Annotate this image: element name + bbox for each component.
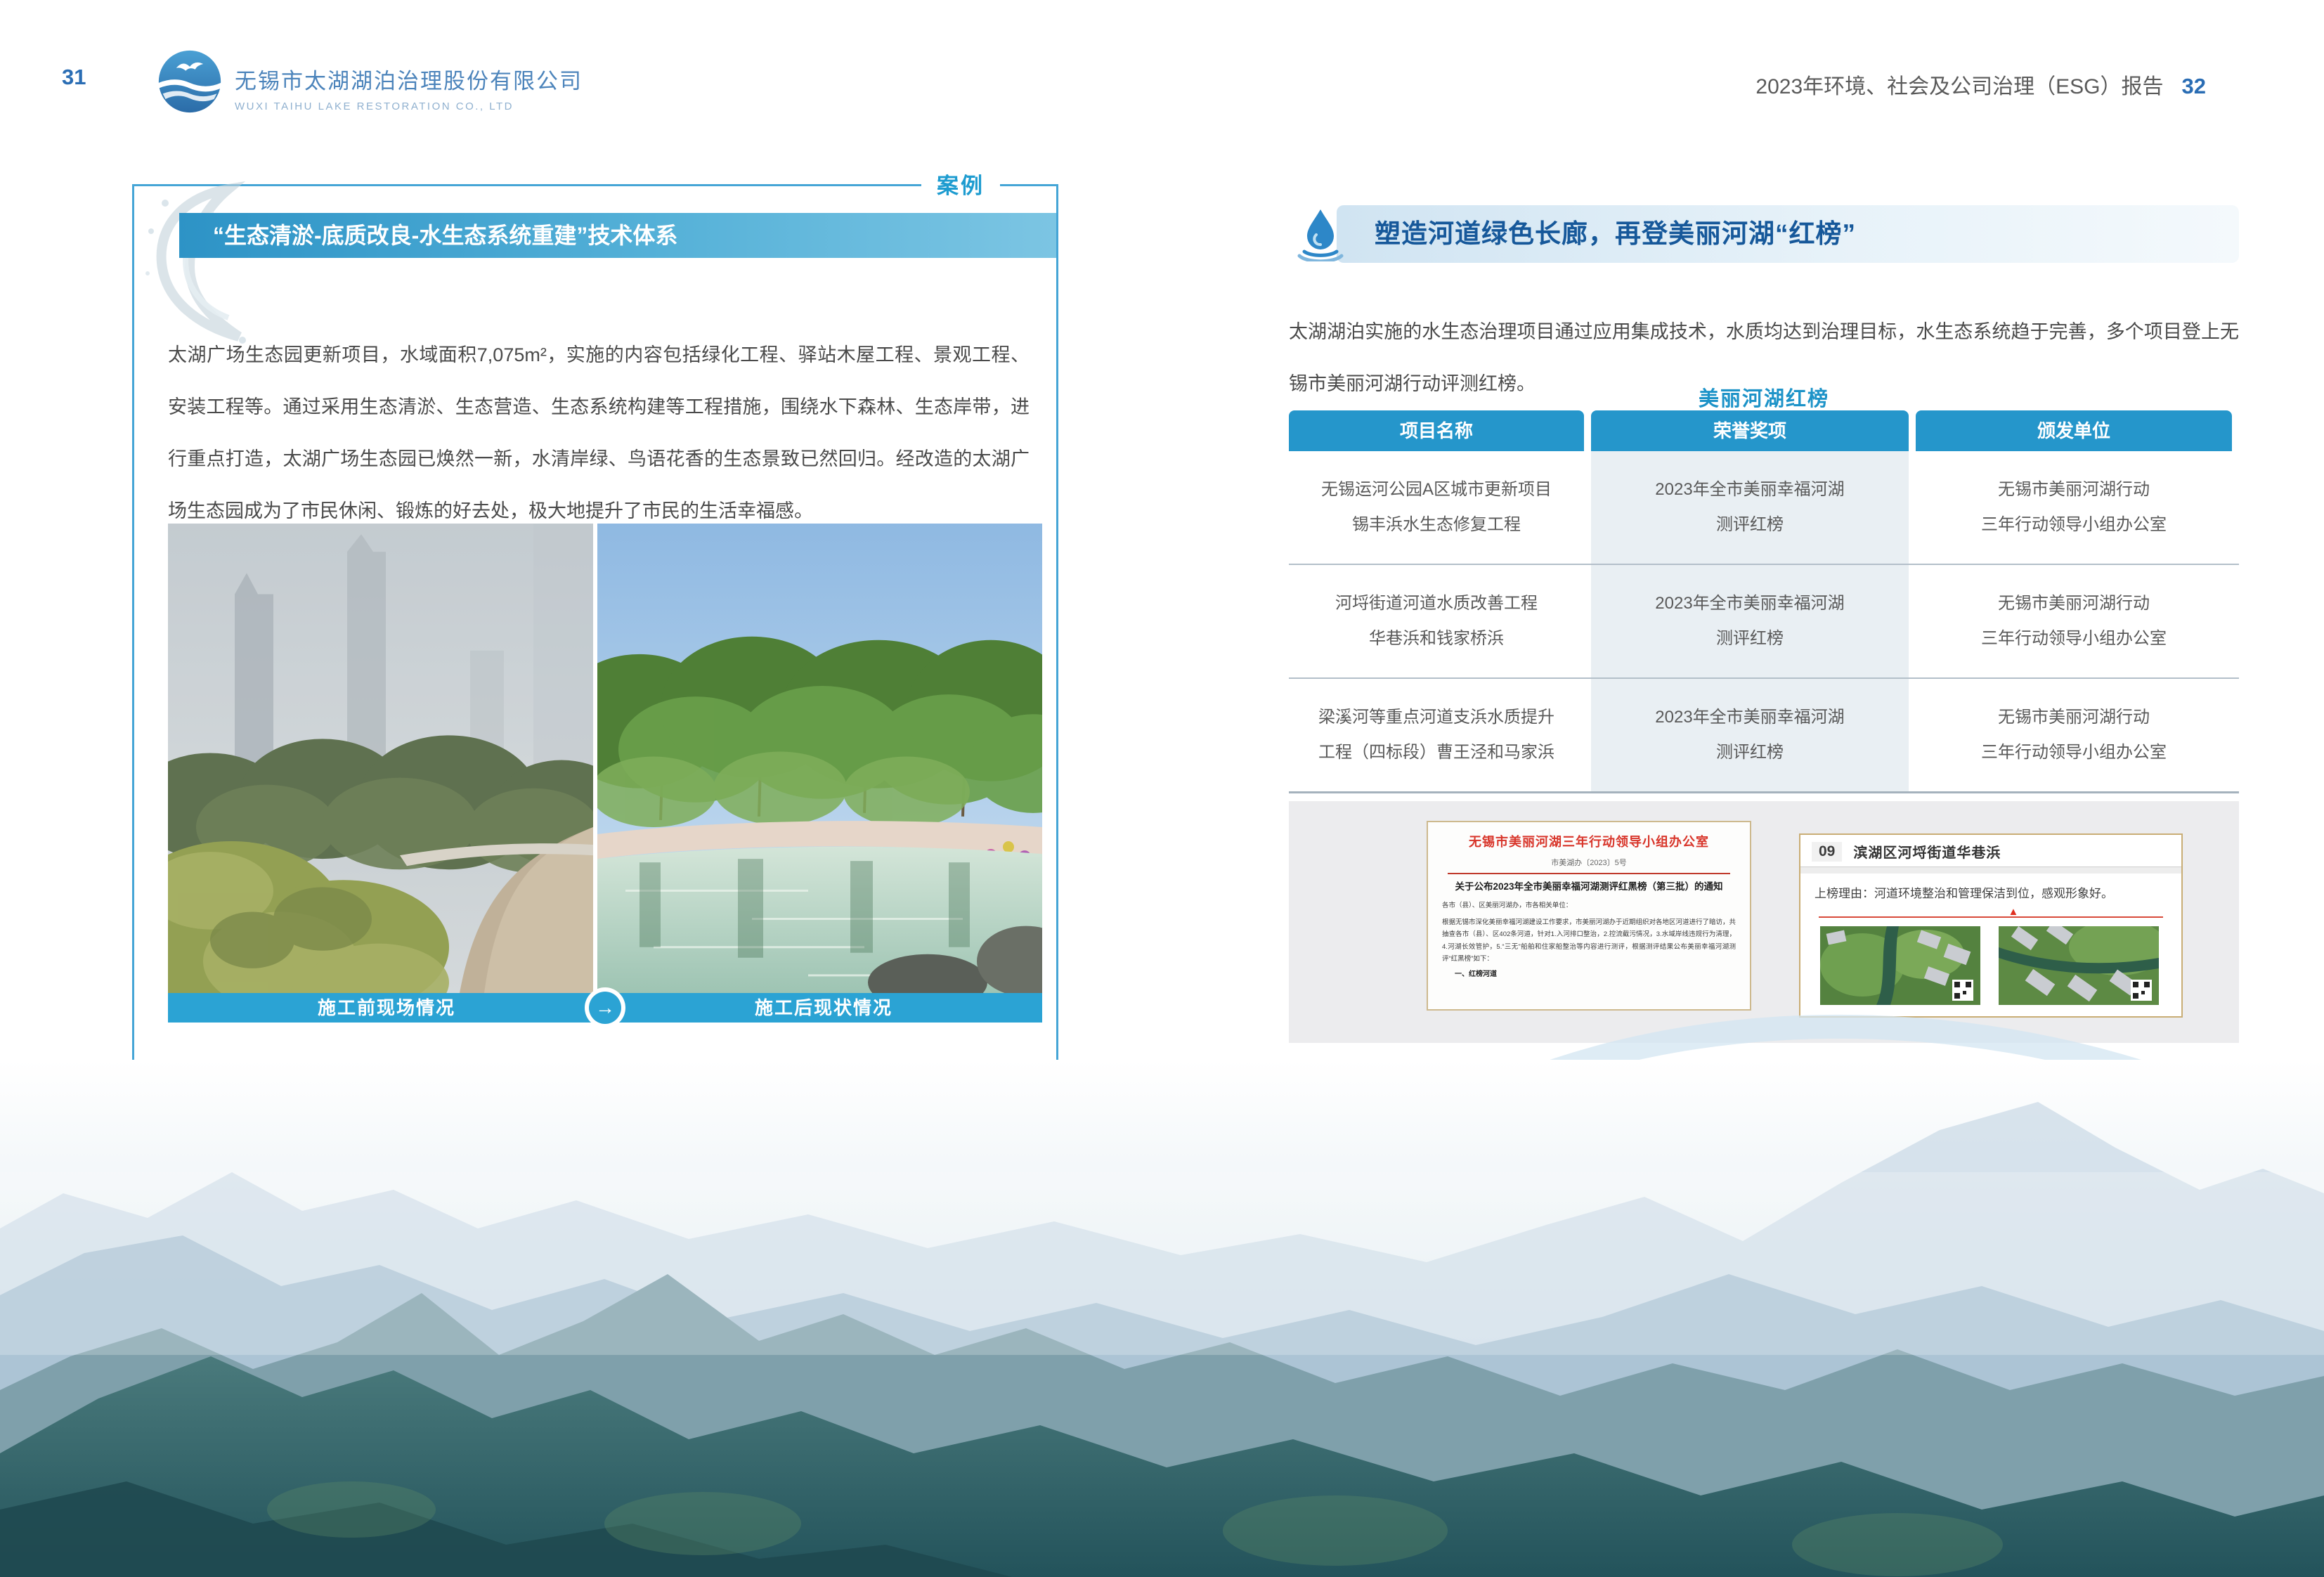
case-title: “生态清淤-底质改良-水生态系统重建”技术体系 <box>179 213 1056 258</box>
photo-caption-bar: 施工前现场情况 施工后现状情况 → <box>168 993 1042 1023</box>
water-splash-icon <box>123 175 271 351</box>
cell-project: 无锡运河公园A区城市更新项目 锡丰浜水生态修复工程 <box>1289 451 1584 564</box>
cell-project: 河埒街道河道水质改善工程 华巷浜和钱家桥浜 <box>1289 565 1584 677</box>
aerial-photo-2 <box>1999 926 2159 1005</box>
case-study-box: 案例 “生态清淤-底质改良-水生态系统重建”技术体系 太湖广场生态园更新项目，水… <box>132 184 1058 1077</box>
company-names: 无锡市太湖湖泊治理股份有限公司 WUXI TAIHU LAKE RESTORAT… <box>235 63 583 112</box>
red-rule <box>1448 873 1730 874</box>
left-page-number: 31 <box>62 65 86 90</box>
cell-award: 2023年全市美丽幸福河湖 测评红榜 <box>1591 565 1909 677</box>
column-header-project: 项目名称 <box>1289 410 1584 451</box>
table-row: 梁溪河等重点河道支浜水质提升 工程（四标段）曹王泾和马家浜 2023年全市美丽幸… <box>1289 677 2239 791</box>
header-right: 2023年环境、社会及公司治理（ESG）报告 32 <box>1755 69 2206 100</box>
notice-list-item: 一、红榜河道 <box>1442 968 1736 978</box>
table-row: 无锡运河公园A区城市更新项目 锡丰浜水生态修复工程 2023年全市美丽幸福河湖 … <box>1289 451 2239 564</box>
cell-award: 2023年全市美丽幸福河湖 测评红榜 <box>1591 679 1909 791</box>
column-header-award: 荣誉奖项 <box>1591 410 1909 451</box>
water-drop-icon <box>1297 208 1344 261</box>
evidence-panel: 无锡市美丽河湖三年行动领导小组办公室 市美湖办〔2023〕5号 关于公布2023… <box>1289 801 2239 1043</box>
right-page-number: 32 <box>2182 74 2206 99</box>
report-title: 2023年环境、社会及公司治理（ESG）报告 <box>1755 69 2163 100</box>
cell-project: 梁溪河等重点河道支浜水质提升 工程（四标段）曹王泾和马家浜 <box>1289 679 1584 791</box>
case-tag-label: 案例 <box>921 168 1000 200</box>
honor-card-title: 滨湖区河埒街道华巷浜 <box>1853 841 2001 862</box>
honor-card-document: 09 滨湖区河埒街道华巷浜 上榜理由：河道环境整治和管理保洁到位，感观形象好。 … <box>1799 833 2183 1018</box>
honor-card-header: 09 滨湖区河埒街道华巷浜 <box>1800 835 2181 867</box>
after-photo-label: 施工后现状情况 <box>605 993 1042 1023</box>
esg-report-spread: 31 无锡市太湖湖泊治理股份有限公司 WUXI TAIHU LAKE RESTO… <box>0 0 2324 1577</box>
before-photo <box>168 524 593 993</box>
cell-issuer: 无锡市美丽河湖行动 三年行动领导小组办公室 <box>1916 565 2232 677</box>
honor-card-number: 09 <box>1812 842 1842 862</box>
official-notice-document: 无锡市美丽河湖三年行动领导小组办公室 市美湖办〔2023〕5号 关于公布2023… <box>1427 821 1751 1011</box>
aerial-photos <box>1800 926 2181 1005</box>
triangle-marker-icon: ▲ <box>2008 906 2019 918</box>
after-photo <box>597 524 1042 993</box>
company-name-en: WUXI TAIHU LAKE RESTORATION CO., LTD <box>235 100 583 112</box>
before-after-photos: 施工前现场情况 施工后现状情况 → <box>168 524 1042 1023</box>
cell-award: 2023年全市美丽幸福河湖 测评红榜 <box>1591 451 1909 564</box>
notice-org-title: 无锡市美丽河湖三年行动领导小组办公室 <box>1442 832 1736 850</box>
case-body-text: 太湖广场生态园更新项目，水域面积7,075m²，实施的内容包括绿化工程、驿站木屋… <box>168 329 1030 537</box>
notice-doc-number: 市美湖办〔2023〕5号 <box>1442 857 1736 868</box>
notice-salutation: 各市（县）、区美丽河湖办，市各相关单位： <box>1442 900 1736 911</box>
table-row: 河埒街道河道水质改善工程 华巷浜和钱家桥浜 2023年全市美丽幸福河湖 测评红榜… <box>1289 564 2239 677</box>
honor-card-reason: 上榜理由：河道环境整治和管理保洁到位，感观形象好。 <box>1800 874 2181 902</box>
section-title: 塑造河道绿色长廊，再登美丽河湖“红榜” <box>1375 205 1856 263</box>
table-header-row: 项目名称 荣誉奖项 颁发单位 <box>1289 410 2239 451</box>
notice-body: 根据无锡市深化美丽幸福河湖建设工作要求，市美丽河湖办于近期组织对各地区河道进行了… <box>1442 916 1736 964</box>
mountain-landscape-photo <box>0 1060 2324 1577</box>
arrow-right-icon: → <box>585 987 625 1028</box>
column-header-issuer: 颁发单位 <box>1916 410 2232 451</box>
aerial-photo-1 <box>1820 926 1980 1005</box>
table-title: 美丽河湖红榜 <box>1289 382 2239 412</box>
table-body: 无锡运河公园A区城市更新项目 锡丰浜水生态修复工程 2023年全市美丽幸福河湖 … <box>1289 451 2239 793</box>
before-photo-label: 施工前现场情况 <box>168 993 605 1023</box>
notice-subject: 关于公布2023年全市美丽幸福河湖测评红黑榜（第三批）的通知 <box>1442 879 1736 895</box>
red-divider: ▲ <box>1819 916 2163 918</box>
company-name-cn: 无锡市太湖湖泊治理股份有限公司 <box>235 63 583 95</box>
honor-table: 项目名称 荣誉奖项 颁发单位 无锡运河公园A区城市更新项目 锡丰浜水生态修复工程… <box>1289 410 2239 793</box>
cell-issuer: 无锡市美丽河湖行动 三年行动领导小组办公室 <box>1916 451 2232 564</box>
divider <box>1800 867 2181 874</box>
company-logo-icon <box>156 48 223 115</box>
cell-issuer: 无锡市美丽河湖行动 三年行动领导小组办公室 <box>1916 679 2232 791</box>
